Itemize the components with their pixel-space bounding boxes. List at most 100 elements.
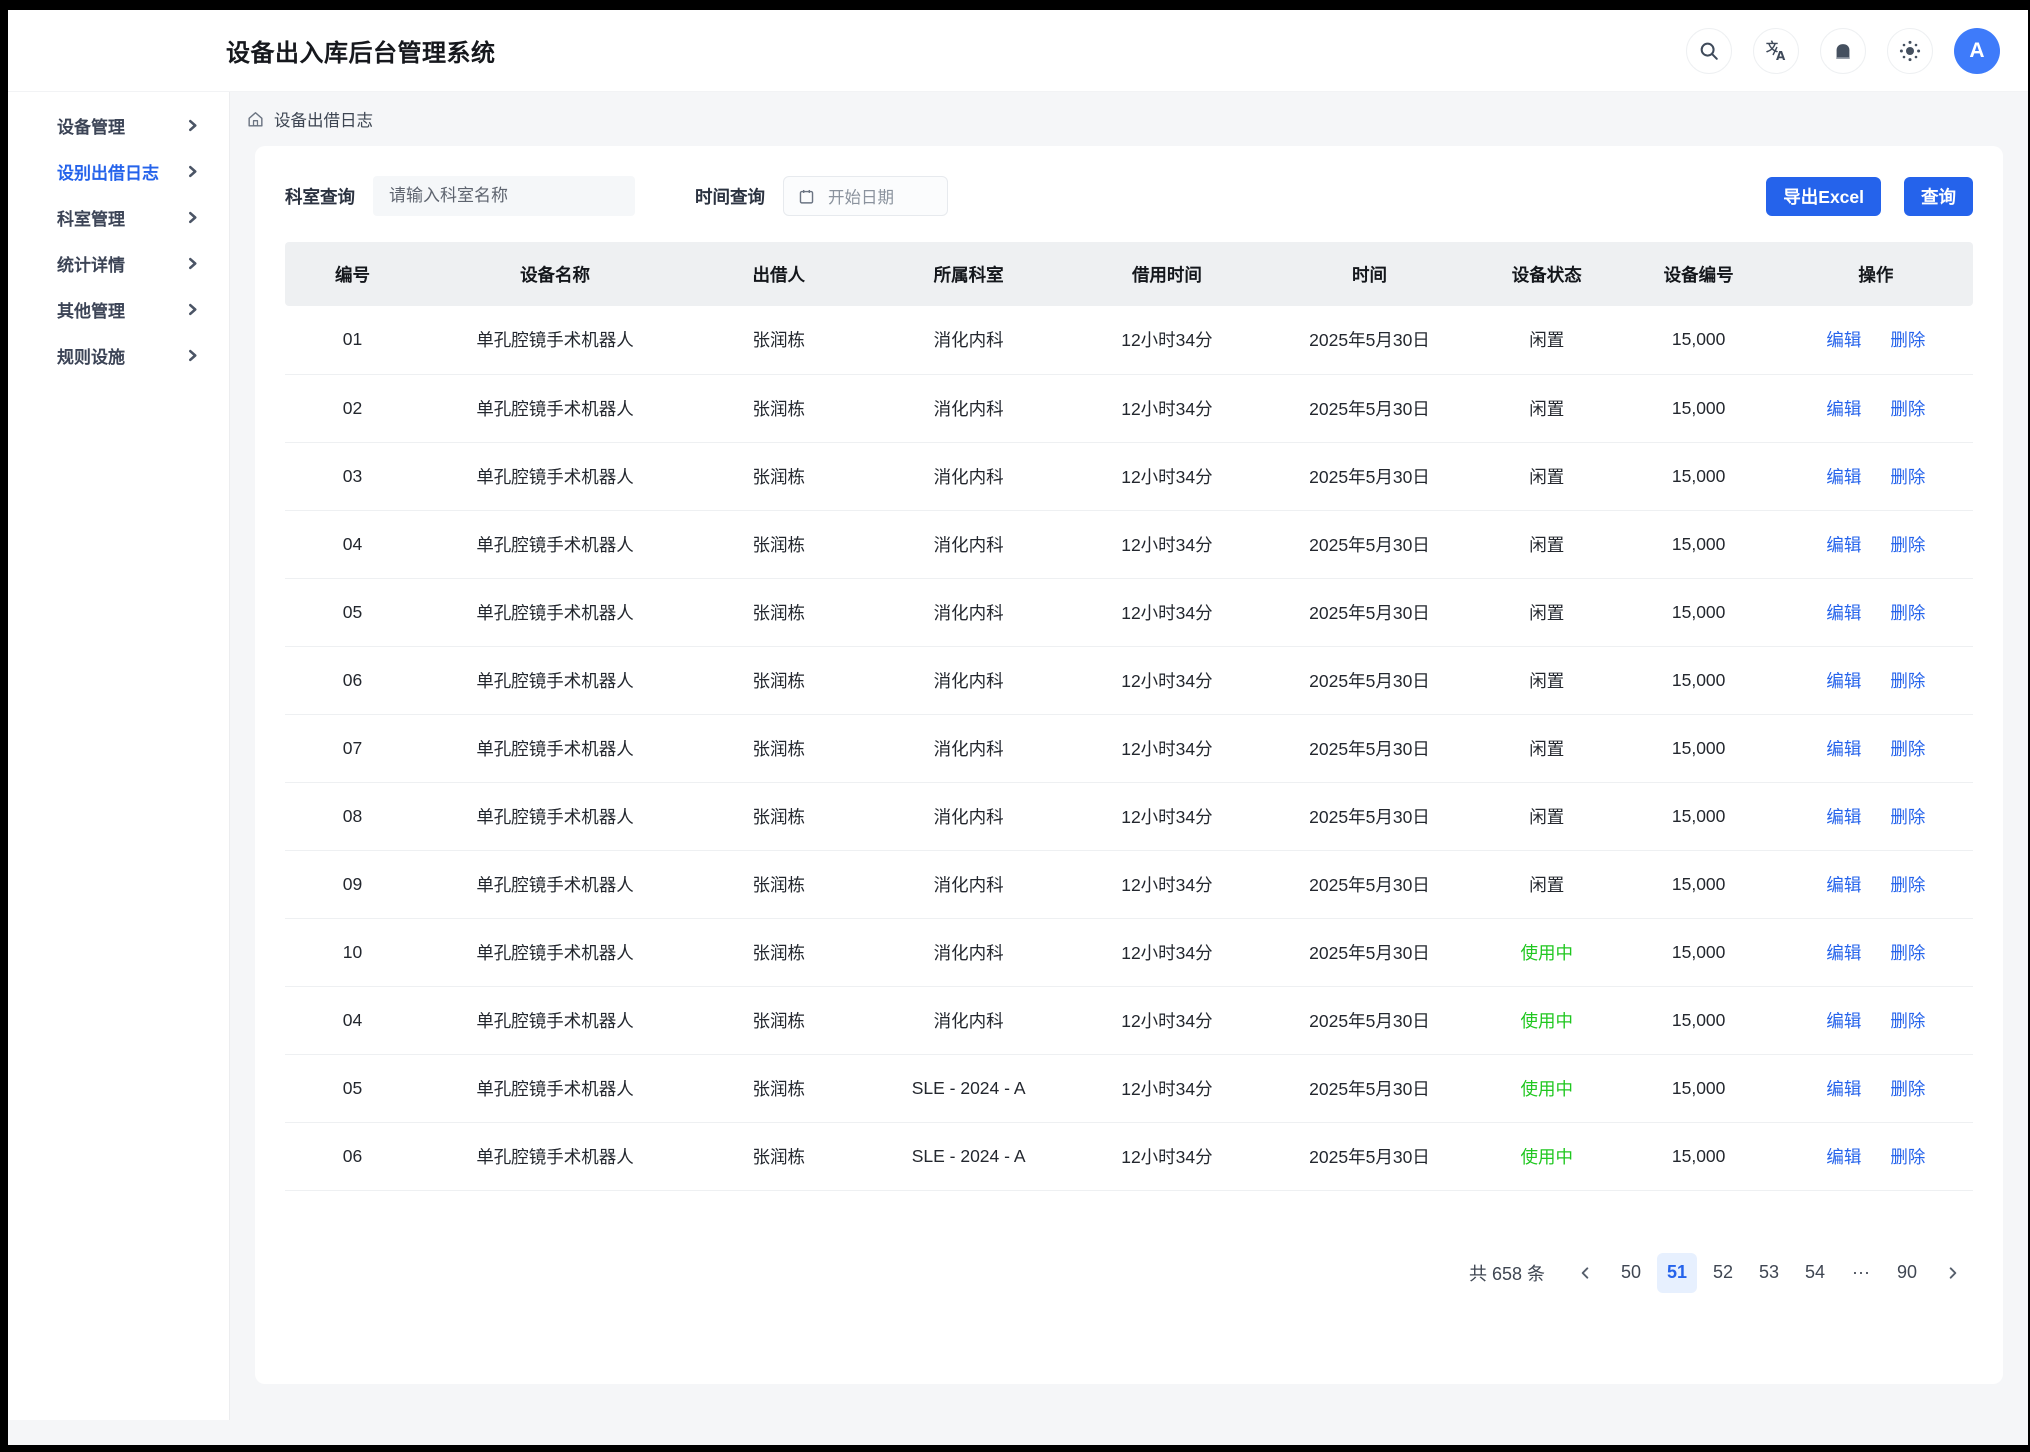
window-bottom-strip [8,1420,2028,1445]
sidebar-item-2[interactable]: 科室管理 [8,194,229,240]
edit-link[interactable]: 编辑 [1826,467,1861,487]
sidebar-item-label: 设别出借日志 [57,159,159,184]
edit-link[interactable]: 编辑 [1826,943,1861,963]
cell-operations: 编辑 删除 [1779,986,1973,1054]
delete-link[interactable]: 删除 [1890,535,1925,555]
chevron-right-icon [186,349,199,362]
cell-device-status: 使用中 [1475,1054,1618,1122]
cell-lender: 张润栋 [690,510,867,578]
sidebar-item-3[interactable]: 统计详情 [8,240,229,286]
column-header: 所属科室 [867,242,1070,306]
table-header-row: 编号设备名称出借人所属科室借用时间时间设备状态设备编号操作 [285,242,1973,306]
sidebar-item-0[interactable]: 设备管理 [8,102,229,148]
cell-department: 消化内科 [867,850,1070,918]
sidebar-item-label: 规则设施 [57,343,125,368]
page-number-list: 5051525354···90 [1611,1253,1927,1293]
edit-link[interactable]: 编辑 [1826,807,1861,827]
page-ellipsis: ··· [1841,1253,1881,1293]
table-row: 06 单孔腔镜手术机器人 张润栋 消化内科 12小时34分 2025年5月30日… [285,646,1973,714]
page-number-54[interactable]: 54 [1795,1253,1835,1293]
delete-link[interactable]: 删除 [1890,1011,1925,1031]
delete-link[interactable]: 删除 [1890,875,1925,895]
cell-row-number: 01 [285,306,420,374]
theme-brightness-icon [1898,39,1922,63]
chevron-right-icon [186,211,199,224]
dept-search-input[interactable] [373,176,635,216]
page-number-52[interactable]: 52 [1703,1253,1743,1293]
cell-borrow-duration: 12小时34分 [1070,782,1264,850]
prev-page-button[interactable] [1565,1253,1605,1293]
cell-device-name: 单孔腔镜手术机器人 [420,918,690,986]
edit-link[interactable]: 编辑 [1826,739,1861,759]
cell-row-number: 09 [285,850,420,918]
edit-link[interactable]: 编辑 [1826,399,1861,419]
page-number-90[interactable]: 90 [1887,1253,1927,1293]
cell-device-code: 15,000 [1618,1054,1778,1122]
breadcrumb: 设备出借日志 [230,92,2028,146]
edit-link[interactable]: 编辑 [1826,1079,1861,1099]
cell-date: 2025年5月30日 [1264,782,1475,850]
edit-link[interactable]: 编辑 [1826,1011,1861,1031]
page-number-50[interactable]: 50 [1611,1253,1651,1293]
delete-link[interactable]: 删除 [1890,1147,1925,1167]
cell-lender: 张润栋 [690,918,867,986]
sidebar-item-5[interactable]: 规则设施 [8,332,229,378]
pagination: 共 658 条 5051525354···90 [285,1253,1973,1293]
notification-button[interactable] [1820,28,1866,74]
translate-icon: 文 A [1764,39,1788,63]
dept-query-label: 科室查询 [285,184,355,209]
cell-device-status: 闲置 [1475,850,1618,918]
date-picker-input[interactable]: 开始日期 [783,176,948,216]
theme-button[interactable] [1887,28,1933,74]
language-button[interactable]: 文 A [1753,28,1799,74]
column-header: 设备编号 [1618,242,1778,306]
edit-link[interactable]: 编辑 [1826,535,1861,555]
delete-link[interactable]: 删除 [1890,943,1925,963]
sidebar-item-1[interactable]: 设别出借日志 [8,148,229,194]
cell-row-number: 03 [285,442,420,510]
delete-link[interactable]: 删除 [1890,807,1925,827]
cell-date: 2025年5月30日 [1264,374,1475,442]
cell-date: 2025年5月30日 [1264,442,1475,510]
cell-date: 2025年5月30日 [1264,306,1475,374]
cell-date: 2025年5月30日 [1264,646,1475,714]
app-window: 设备出入库后台管理系统 文 A [8,10,2028,1445]
delete-link[interactable]: 删除 [1890,603,1925,623]
cell-device-name: 单孔腔镜手术机器人 [420,306,690,374]
delete-link[interactable]: 删除 [1890,1079,1925,1099]
cell-operations: 编辑 删除 [1779,442,1973,510]
cell-device-name: 单孔腔镜手术机器人 [420,1054,690,1122]
delete-link[interactable]: 删除 [1890,330,1925,350]
column-header: 时间 [1264,242,1475,306]
calendar-icon [798,188,815,205]
export-excel-button[interactable]: 导出Excel [1766,177,1881,216]
edit-link[interactable]: 编辑 [1826,671,1861,691]
sidebar-item-4[interactable]: 其他管理 [8,286,229,332]
edit-link[interactable]: 编辑 [1826,330,1861,350]
cell-department: SLE - 2024 - A [867,1122,1070,1190]
cell-borrow-duration: 12小时34分 [1070,374,1264,442]
delete-link[interactable]: 删除 [1890,399,1925,419]
query-button[interactable]: 查询 [1904,177,1973,216]
delete-link[interactable]: 删除 [1890,671,1925,691]
delete-link[interactable]: 删除 [1890,739,1925,759]
cell-device-status: 使用中 [1475,986,1618,1054]
user-avatar[interactable]: A [1954,28,2000,74]
cell-operations: 编辑 删除 [1779,850,1973,918]
page-number-51[interactable]: 51 [1657,1253,1697,1293]
cell-lender: 张润栋 [690,714,867,782]
cell-lender: 张润栋 [690,578,867,646]
cell-device-status: 闲置 [1475,306,1618,374]
cell-operations: 编辑 删除 [1779,1054,1973,1122]
edit-link[interactable]: 编辑 [1826,603,1861,623]
table-row: 10 单孔腔镜手术机器人 张润栋 消化内科 12小时34分 2025年5月30日… [285,918,1973,986]
edit-link[interactable]: 编辑 [1826,1147,1861,1167]
cell-borrow-duration: 12小时34分 [1070,986,1264,1054]
next-page-button[interactable] [1933,1253,1973,1293]
home-icon [246,110,265,129]
delete-link[interactable]: 删除 [1890,467,1925,487]
edit-link[interactable]: 编辑 [1826,875,1861,895]
page-number-53[interactable]: 53 [1749,1253,1789,1293]
search-button[interactable] [1686,28,1732,74]
cell-device-status: 闲置 [1475,646,1618,714]
